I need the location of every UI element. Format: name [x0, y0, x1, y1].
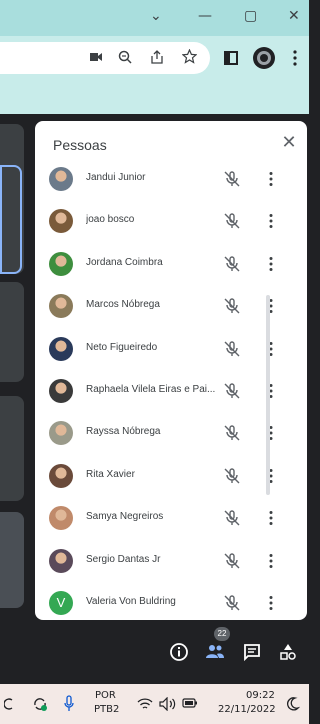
mic-off-icon: [223, 509, 241, 527]
participant-name: Neto Figueiredo: [86, 341, 158, 353]
more-options-icon[interactable]: [262, 594, 280, 612]
clock-date[interactable]: 22/11/2022: [218, 704, 276, 715]
participant-avatar: [49, 251, 73, 276]
participant-row[interactable]: Sergio Dantas Jr: [35, 541, 297, 583]
participant-row[interactable]: V Valeria Von Buldring: [35, 583, 297, 620]
more-options-icon[interactable]: [262, 552, 280, 570]
volume-icon[interactable]: [159, 697, 177, 711]
participant-name: Raphaela Vilela Eiras e Pai...: [86, 384, 216, 395]
meeting-controls: [0, 620, 309, 684]
participant-row[interactable]: Jandui Junior: [35, 159, 297, 201]
participant-name: Valeria Von Buldring: [86, 596, 176, 607]
participant-avatar: [49, 463, 73, 488]
participant-avatar: [49, 379, 73, 403]
camera-icon[interactable]: [90, 52, 102, 62]
mic-off-icon: [223, 170, 241, 188]
notifications-icon[interactable]: [286, 696, 300, 712]
participant-name: Samya Negreiros: [86, 511, 164, 523]
participant-row[interactable]: Marcos Nóbrega: [35, 286, 297, 328]
mic-off-icon: [223, 212, 241, 230]
participant-avatar: [49, 336, 73, 361]
mic-off-icon: [223, 594, 241, 612]
mic-off-icon: [223, 382, 241, 400]
taskbar-app-icon[interactable]: [4, 698, 14, 710]
menu-icon[interactable]: [292, 50, 298, 66]
keyboard-layout-indicator[interactable]: PTB2: [94, 704, 119, 715]
profile-icon[interactable]: [252, 46, 276, 70]
participant-avatar: [49, 209, 73, 234]
chat-icon[interactable]: [242, 642, 262, 662]
avatar-letter: V: [56, 595, 66, 610]
more-options-icon[interactable]: [262, 340, 280, 358]
more-options-icon[interactable]: [262, 212, 280, 230]
participant-row[interactable]: Samya Negreiros: [35, 498, 297, 540]
address-bar[interactable]: [0, 42, 210, 74]
close-panel-button[interactable]: ✕: [279, 133, 299, 153]
maximize-button[interactable]: ▢: [244, 8, 257, 24]
clock-time[interactable]: 09:22: [246, 690, 275, 701]
participant-name: Rita Xavier: [86, 468, 135, 480]
mic-off-icon: [223, 467, 241, 485]
sidepanel-icon[interactable]: [224, 51, 238, 65]
participant-name: Sergio Dantas Jr: [86, 553, 161, 565]
more-options-icon[interactable]: [262, 424, 280, 442]
more-options-icon[interactable]: [262, 509, 280, 527]
more-options-icon[interactable]: [262, 297, 280, 315]
mic-off-icon: [223, 340, 241, 358]
microphone-icon[interactable]: [64, 695, 74, 713]
mic-off-icon: [223, 297, 241, 315]
more-options-icon[interactable]: [262, 467, 280, 485]
video-tile[interactable]: [0, 282, 24, 382]
participant-avatar: V: [49, 591, 73, 615]
participant-avatar: [49, 167, 73, 191]
onedrive-sync-icon[interactable]: [32, 696, 48, 712]
participant-name: Marcos Nóbrega: [86, 299, 160, 311]
minimize-button[interactable]: —: [198, 8, 212, 24]
more-options-icon[interactable]: [262, 170, 280, 188]
mic-off-icon: [223, 255, 241, 273]
participant-row[interactable]: Rayssa Nóbrega: [35, 413, 297, 455]
activities-icon[interactable]: [278, 642, 298, 662]
zoom-icon[interactable]: [118, 50, 132, 64]
participant-avatar: [49, 294, 73, 319]
tab-search-icon[interactable]: ⌄: [150, 8, 162, 24]
people-count-badge: 22: [214, 627, 230, 641]
more-options-icon[interactable]: [262, 255, 280, 273]
panel-title: Pessoas: [53, 137, 107, 153]
more-options-icon[interactable]: [262, 382, 280, 400]
language-indicator[interactable]: POR: [95, 690, 116, 701]
scrollbar[interactable]: [297, 159, 307, 620]
bookmarks-bar: [0, 80, 309, 114]
participant-row[interactable]: joao bosco: [35, 201, 297, 243]
scrollbar-thumb[interactable]: [266, 295, 270, 495]
participant-row[interactable]: Jordana Coimbra: [35, 244, 297, 286]
info-icon[interactable]: [169, 642, 189, 662]
participant-avatar: [49, 548, 73, 573]
mic-off-icon: [223, 552, 241, 570]
participant-name: Jandui Junior: [86, 172, 146, 183]
participant-row[interactable]: Raphaela Vilela Eiras e Pai...: [35, 371, 297, 413]
windows-taskbar: POR PTB2 09:22 22/11/2022: [0, 684, 309, 724]
battery-icon[interactable]: [182, 698, 198, 708]
wifi-icon[interactable]: [137, 697, 153, 711]
close-window-button[interactable]: ✕: [288, 8, 300, 24]
browser-title-bar: ⌄ — ▢ ✕: [0, 0, 309, 36]
people-icon[interactable]: [205, 642, 225, 662]
participant-name: Rayssa Nóbrega: [86, 426, 161, 438]
participant-row[interactable]: Rita Xavier: [35, 456, 297, 498]
share-icon[interactable]: [150, 50, 164, 64]
participant-avatar: [49, 506, 73, 531]
mic-off-icon: [223, 424, 241, 442]
participant-row[interactable]: Neto Figueiredo: [35, 329, 297, 371]
participant-avatar: [49, 421, 73, 446]
participant-name: Jordana Coimbra: [86, 256, 163, 268]
video-tile[interactable]: [0, 396, 24, 501]
participant-name: joao bosco: [86, 214, 135, 226]
star-icon[interactable]: [182, 49, 197, 64]
video-tile[interactable]: [0, 512, 24, 608]
video-tile-active[interactable]: [0, 165, 22, 274]
